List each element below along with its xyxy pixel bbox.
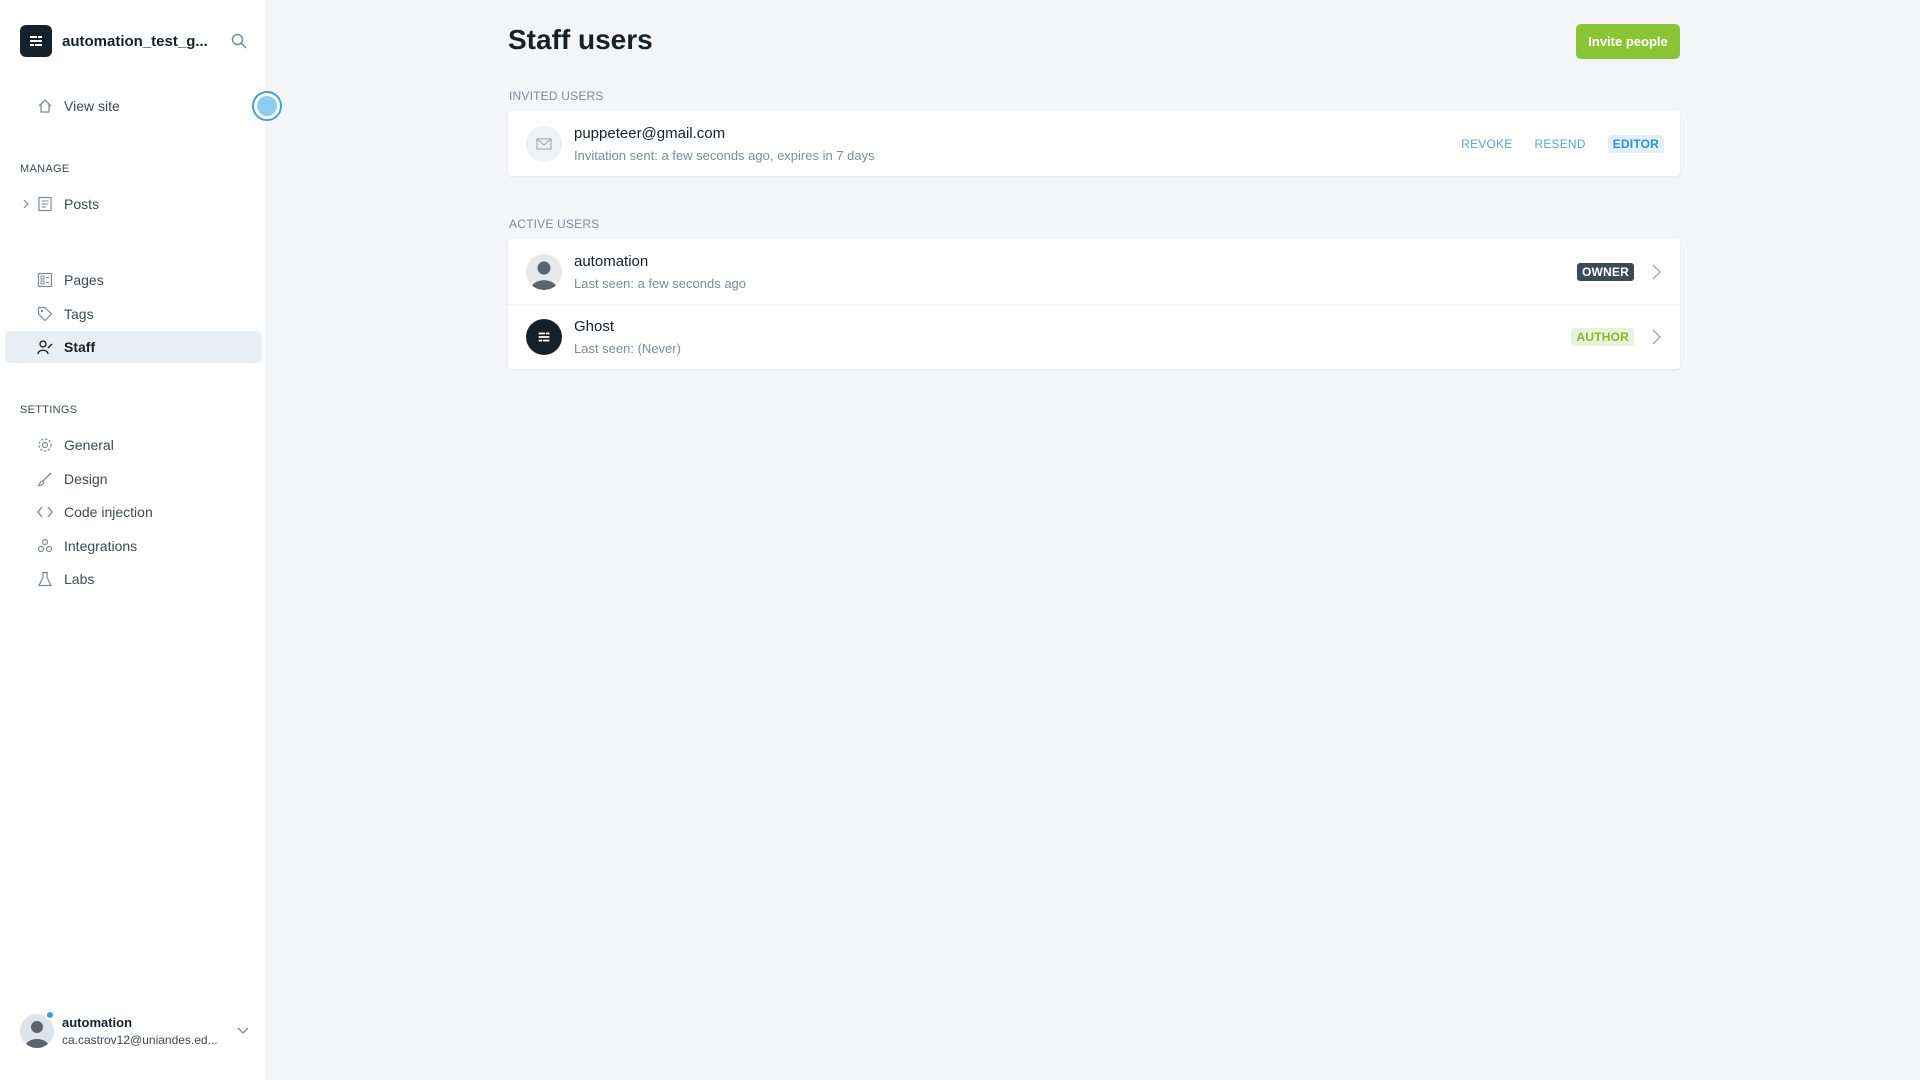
invited-users-label: INVITED USERS: [509, 89, 604, 103]
invitation-status: Invitation sent: a few seconds ago, expi…: [574, 147, 875, 163]
user-name: automation: [574, 252, 649, 270]
search-icon[interactable]: [228, 30, 250, 52]
mail-icon: [526, 125, 562, 162]
nav-posts-label: Posts: [64, 196, 100, 212]
nav-staff[interactable]: Staff: [5, 331, 262, 363]
chevron-right-icon: [1648, 264, 1664, 280]
nav-general[interactable]: General: [5, 429, 262, 461]
posts-icon: [36, 195, 54, 213]
invited-email: puppeteer@gmail.com: [574, 124, 726, 142]
active-users-label: ACTIVE USERS: [509, 217, 600, 231]
invited-users-list: puppeteer@gmail.com Invitation sent: a f…: [508, 111, 1680, 176]
site-brand[interactable]: automation_test_g...: [20, 25, 250, 57]
role-badge: AUTHOR: [1571, 328, 1634, 346]
nav-code-injection[interactable]: Code injection: [5, 496, 262, 528]
focus-indicator: [252, 91, 282, 121]
code-icon: [36, 503, 54, 521]
staff-icon: [36, 338, 54, 356]
avatar: [526, 253, 562, 290]
nav-pages[interactable]: Pages: [5, 264, 262, 296]
nav-posts[interactable]: Posts: [5, 188, 262, 220]
revoke-button[interactable]: REVOKE: [1461, 137, 1512, 151]
invite-people-button[interactable]: Invite people: [1576, 24, 1680, 59]
nav-integrations[interactable]: Integrations: [5, 530, 262, 562]
gear-icon: [36, 436, 54, 454]
page-title: Staff users: [508, 24, 653, 55]
nav-integrations-label: Integrations: [64, 538, 138, 554]
active-user-row[interactable]: automation Last seen: a few seconds ago …: [508, 239, 1680, 304]
manage-section-label: MANAGE: [20, 163, 70, 175]
ghost-logo-icon: [20, 25, 52, 57]
chevron-right-icon[interactable]: [19, 197, 33, 211]
status-dot: [45, 1010, 55, 1020]
flask-icon: [36, 570, 54, 588]
settings-section-label: SETTINGS: [20, 404, 78, 416]
chevron-right-icon: [1648, 329, 1664, 345]
role-badge: OWNER: [1577, 262, 1634, 281]
pages-icon: [36, 271, 54, 289]
user-name: automation: [62, 1015, 133, 1030]
role-badge: EDITOR: [1607, 134, 1664, 153]
user-menu[interactable]: automation ca.castrov12@uniandes.ed...: [20, 1010, 250, 1051]
nav-labs[interactable]: Labs: [5, 563, 262, 595]
last-seen: Last seen: a few seconds ago: [574, 275, 747, 291]
nav-tags[interactable]: Tags: [5, 298, 262, 330]
nav-design[interactable]: Design: [5, 463, 262, 495]
nav-pages-label: Pages: [64, 272, 104, 288]
invited-user-row: puppeteer@gmail.com Invitation sent: a f…: [508, 111, 1680, 176]
ghost-logo-icon: [526, 319, 562, 355]
tag-icon: [36, 305, 54, 323]
integrations-icon: [36, 537, 54, 555]
nav-general-label: General: [64, 437, 114, 453]
home-icon: [36, 97, 54, 115]
active-users-list: automation Last seen: a few seconds ago …: [508, 239, 1680, 369]
active-user-row[interactable]: Ghost Last seen: (Never) AUTHOR: [508, 304, 1680, 369]
nav-code-injection-label: Code injection: [64, 504, 153, 520]
nav-staff-label: Staff: [64, 339, 96, 355]
chevron-down-icon[interactable]: [236, 1024, 250, 1038]
nav-labs-label: Labs: [64, 571, 95, 587]
nav-tags-label: Tags: [64, 306, 94, 322]
nav-view-site-label: View site: [64, 98, 120, 114]
sidebar: automation_test_g... View site MANAGE Po…: [0, 0, 282, 1080]
user-name: Ghost: [574, 318, 615, 335]
brush-icon: [36, 470, 54, 488]
resend-button[interactable]: RESEND: [1534, 137, 1585, 151]
nav-design-label: Design: [64, 471, 108, 487]
user-email: ca.castrov12@uniandes.ed...: [62, 1033, 218, 1047]
last-seen: Last seen: (Never): [574, 341, 681, 356]
site-title: automation_test_g...: [62, 32, 208, 50]
nav-view-site[interactable]: View site: [5, 90, 262, 122]
